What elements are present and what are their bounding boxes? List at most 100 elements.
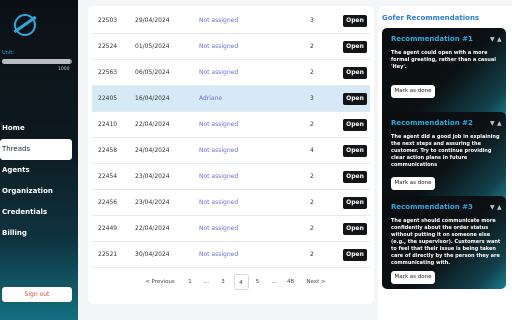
table-row[interactable]: 22563 06/05/2024 Not assigned 2 Open [92,60,370,86]
pagination-ellipsis: ... [203,279,210,285]
recommendation-text: The agent did a good job in explaining t… [391,134,500,168]
thread-date: 22/04/2024 [135,121,170,128]
unit-label: Unit: [2,50,14,56]
thread-agent: Not assigned [199,199,239,206]
thread-id: 22449 [98,225,118,232]
sidebar: Unit: 1000 Home Threads Agents Organization… [0,0,78,320]
sidebar-item-billing[interactable]: Billing [0,223,78,244]
sidebar-nav: Home Threads Agents Organization Credentials… [0,118,78,244]
thread-message-count: 2 [310,225,314,232]
thread-agent: Not assigned [199,69,239,76]
feedback-icons: ▼ ▲ [490,120,506,127]
thread-date: 22/04/2024 [135,225,170,232]
recommendation-card: Recommendation #3 ▼ ▲ The agent should comm… [382,196,506,289]
sidebar-item-agents[interactable]: Agents [0,160,78,181]
thread-date: 24/04/2024 [135,147,170,154]
open-button[interactable]: Open [343,93,367,105]
mark-as-done-button[interactable]: Mark as done [391,177,435,190]
thread-id: 22458 [98,147,118,154]
thread-id: 22405 [98,95,118,102]
thumbs-down-icon[interactable]: ▼ [490,36,497,43]
table-row[interactable]: 22410 22/04/2024 Not assigned 2 Open [92,112,370,138]
page-button-1[interactable]: 1 [184,274,196,290]
open-button[interactable]: Open [343,145,367,157]
sidebar-item-threads[interactable]: Threads [0,139,72,160]
thread-date: 01/05/2024 [135,43,170,50]
open-button[interactable]: Open [343,171,367,183]
thread-date: 16/04/2024 [135,95,170,102]
feedback-icons: ▼ ▲ [490,36,506,43]
table-row[interactable]: 22503 29/04/2024 Not assigned 3 Open [92,8,370,34]
thread-agent: Not assigned [199,17,239,24]
table-row[interactable]: 22456 23/04/2024 Not assigned 2 Open [92,190,370,216]
thread-id: 22456 [98,199,118,206]
sidebar-item-home[interactable]: Home [0,118,78,139]
thread-message-count: 3 [310,17,314,24]
thread-id: 22524 [98,43,118,50]
thread-date: 23/04/2024 [135,199,170,206]
thread-date: 29/04/2024 [135,17,170,24]
thumbs-down-icon[interactable]: ▼ [490,204,497,211]
feedback-icons: ▼ ▲ [490,204,506,211]
thread-date: 30/04/2024 [135,251,170,258]
open-button[interactable]: Open [343,249,367,261]
previous-page-button[interactable]: < Previous [144,274,176,290]
sidebar-item-credentials[interactable]: Credentials [0,202,78,223]
thread-message-count: 2 [310,69,314,76]
recommendation-card: Recommendation #2 ▼ ▲ The agent did a good … [382,112,506,205]
page-button-5[interactable]: 5 [252,274,264,290]
open-button[interactable]: Open [343,197,367,209]
thread-message-count: 2 [310,121,314,128]
thread-date: 06/05/2024 [135,69,170,76]
recommendation-title: Recommendation #1 [391,35,473,43]
thumbs-up-icon[interactable]: ▲ [497,120,504,127]
page-button-48[interactable]: 48 [285,274,297,290]
thread-agent: Not assigned [199,173,239,180]
thumbs-up-icon[interactable]: ▲ [497,204,504,211]
next-page-button[interactable]: Next > [305,274,327,290]
threads-table: 22503 29/04/2024 Not assigned 3 Open 22524 01/… [88,6,374,304]
table-row[interactable]: 22521 30/04/2024 Not assigned 2 Open [92,242,370,268]
mark-as-done-button[interactable]: Mark as done [391,271,435,284]
page-button-3[interactable]: 3 [217,274,229,290]
recommendation-title: Recommendation #2 [391,119,473,127]
sidebar-item-organization[interactable]: Organization [0,181,78,202]
open-button[interactable]: Open [343,223,367,235]
thumbs-down-icon[interactable]: ▼ [490,120,497,127]
thread-agent: Adriane [199,95,223,102]
unit-progress-fill [2,59,70,64]
recommendation-text: The agent should communicate more confid… [391,218,501,266]
thread-agent: Not assigned [199,43,239,50]
thread-agent: Not assigned [199,225,239,232]
unit-progress-bar [2,59,72,64]
thread-message-count: 2 [310,251,314,258]
pagination-ellipsis: ... [271,279,277,285]
open-button[interactable]: Open [343,119,367,131]
thread-id: 22454 [98,173,118,180]
table-row[interactable]: 22449 22/04/2024 Not assigned 2 Open [92,216,370,242]
thread-agent: Not assigned [199,121,239,128]
thread-message-count: 4 [310,147,314,154]
recommendations-panel: Gofer Recommendations Recommendation #1 ▼… [378,6,512,320]
recommendation-title: Recommendation #3 [391,203,473,211]
table-row[interactable]: 22458 24/04/2024 Not assigned 4 Open [92,138,370,164]
unit-max-value: 1000 [58,67,70,72]
recommendation-card: Recommendation #1 ▼ ▲ The agent could open … [382,28,506,121]
table-row[interactable]: 22405 16/04/2024 Adriane 3 Open [92,86,370,112]
open-button[interactable]: Open [343,15,367,27]
page-button-4[interactable]: 4 [233,274,249,290]
table-row[interactable]: 22524 01/05/2024 Not assigned 2 Open [92,34,370,60]
thread-id: 22521 [98,251,118,258]
recommendation-text: The agent could open with a more formal … [391,50,496,70]
thread-message-count: 2 [310,43,314,50]
sign-out-button[interactable]: Sign out [2,287,72,302]
open-button[interactable]: Open [343,67,367,79]
logo-icon [14,14,36,36]
thread-id: 22503 [98,17,118,24]
open-button[interactable]: Open [343,41,367,53]
table-row[interactable]: 22454 23/04/2024 Not assigned 2 Open [92,164,370,190]
thread-agent: Not assigned [199,147,239,154]
mark-as-done-button[interactable]: Mark as done [391,85,435,98]
thread-date: 23/04/2024 [135,173,170,180]
thumbs-up-icon[interactable]: ▲ [497,36,504,43]
